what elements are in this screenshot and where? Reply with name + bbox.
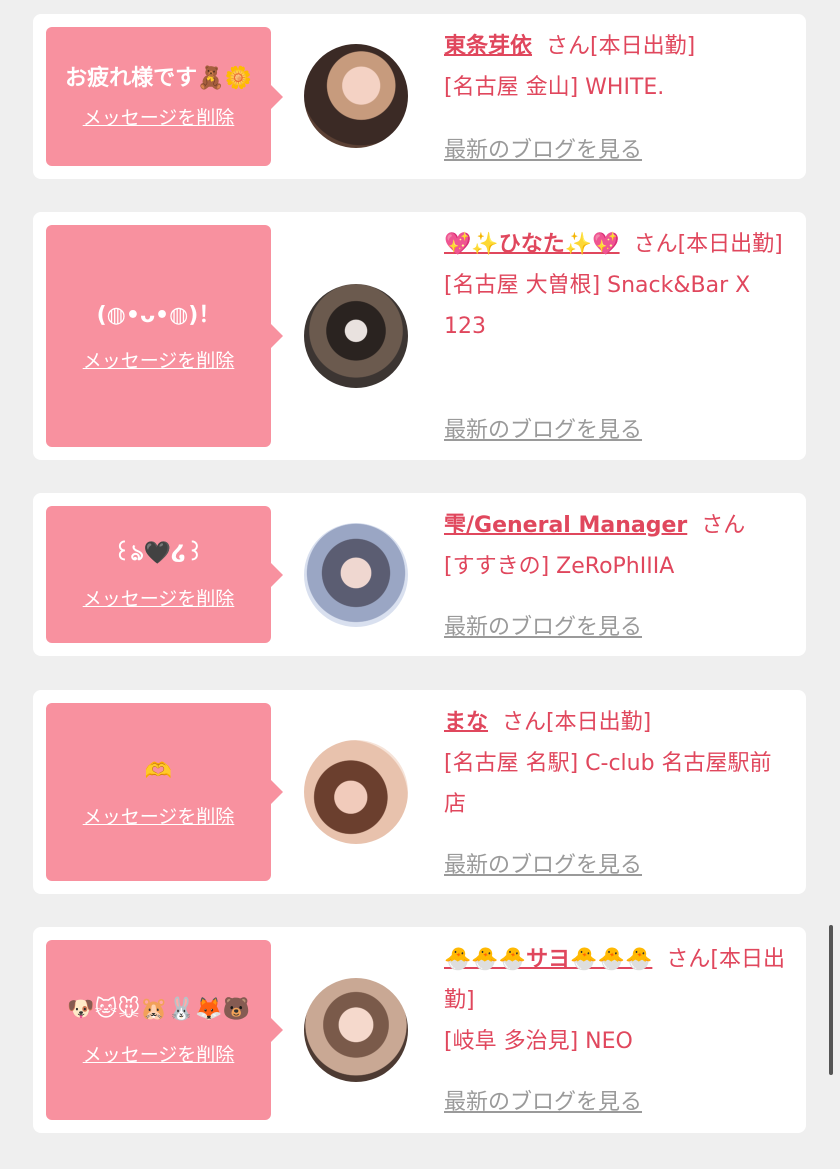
message-bubble: お疲れ様です🧸🌼 メッセージを削除 xyxy=(46,27,283,166)
user-info: まな さん[本日出勤] [名古屋 名駅] C-club 名古屋駅前店 xyxy=(444,702,789,825)
message-bubble: ꒰ঌ🖤໒꒱ メッセージを削除 xyxy=(46,506,283,643)
user-name-link[interactable]: 🐣🐣🐣サヨ🐣🐣🐣 xyxy=(444,947,652,972)
shop-name: [名古屋 大曽根] Snack&Bar X 123 xyxy=(444,273,751,339)
delete-message-link[interactable]: メッセージを削除 xyxy=(83,584,235,611)
honorific: さん xyxy=(502,710,547,735)
user-info: 東条芽依 さん[本日出勤] [名古屋 金山] WHITE. xyxy=(444,26,789,108)
honorific: さん xyxy=(701,513,746,538)
shop-name: [名古屋 金山] WHITE. xyxy=(444,75,665,100)
user-info: 雫/General Manager さん [すすきの] ZeRoPhIIIA xyxy=(444,505,789,587)
latest-blog-link[interactable]: 最新のブログを見る xyxy=(444,1084,642,1116)
work-status: [本日出勤] xyxy=(590,34,696,59)
user-name-link[interactable]: まな xyxy=(444,710,488,735)
honorific: さん xyxy=(546,34,591,59)
message-text: 🫶 xyxy=(144,758,173,784)
delete-message-link[interactable]: メッセージを削除 xyxy=(83,1040,235,1067)
message-bubble: 🐶🐱🐭🐹🐰🦊🐻 メッセージを削除 xyxy=(46,940,283,1120)
message-card: ꒰ঌ🖤໒꒱ メッセージを削除 雫/General Manager さん [すすきの… xyxy=(33,493,806,656)
message-card: 🐶🐱🐭🐹🐰🦊🐻 メッセージを削除 🐣🐣🐣サヨ🐣🐣🐣 さん[本日出勤] [岐阜 多治… xyxy=(33,927,806,1133)
avatar[interactable] xyxy=(304,740,408,844)
message-card: 🫶 メッセージを削除 まな さん[本日出勤] [名古屋 名駅] C-club 名古… xyxy=(33,690,806,894)
message-text: (◍•ᴗ•◍)！ xyxy=(96,302,221,328)
user-name-link[interactable]: 東条芽依 xyxy=(444,34,532,59)
name-line: 雫/General Manager さん xyxy=(444,505,789,546)
message-card: (◍•ᴗ•◍)！ メッセージを削除 💖✨ひなた✨💖 さん[本日出勤] [名古屋 大… xyxy=(33,212,806,460)
avatar[interactable] xyxy=(304,523,408,627)
work-status: [本日出勤] xyxy=(677,232,783,257)
name-line: 🐣🐣🐣サヨ🐣🐣🐣 さん[本日出勤] xyxy=(444,939,789,1021)
message-text: 🐶🐱🐭🐹🐰🦊🐻 xyxy=(67,996,250,1022)
message-card: お疲れ様です🧸🌼 メッセージを削除 東条芽依 さん[本日出勤] [名古屋 金山] … xyxy=(33,14,806,179)
avatar[interactable] xyxy=(304,978,408,1082)
name-line: まな さん[本日出勤] xyxy=(444,702,789,743)
message-bubble: 🫶 メッセージを削除 xyxy=(46,703,283,881)
latest-blog-link[interactable]: 最新のブログを見る xyxy=(444,847,642,879)
message-text: お疲れ様です🧸🌼 xyxy=(65,66,252,91)
shop-name: [名古屋 名駅] C-club 名古屋駅前店 xyxy=(444,751,772,817)
scrollbar[interactable] xyxy=(829,925,833,1075)
honorific: さん xyxy=(633,232,678,257)
delete-message-link[interactable]: メッセージを削除 xyxy=(83,103,235,130)
shop-name: [すすきの] ZeRoPhIIIA xyxy=(444,554,675,579)
user-info: 💖✨ひなた✨💖 さん[本日出勤] [名古屋 大曽根] Snack&Bar X 12… xyxy=(444,224,789,347)
user-name-link[interactable]: 雫/General Manager xyxy=(444,513,687,538)
name-line: 💖✨ひなた✨💖 さん[本日出勤] xyxy=(444,224,789,265)
delete-message-link[interactable]: メッセージを削除 xyxy=(83,802,235,829)
message-text: ꒰ঌ🖤໒꒱ xyxy=(113,541,204,566)
avatar[interactable] xyxy=(304,284,408,388)
latest-blog-link[interactable]: 最新のブログを見る xyxy=(444,609,642,641)
delete-message-link[interactable]: メッセージを削除 xyxy=(83,346,235,373)
avatar[interactable] xyxy=(304,44,408,148)
user-name-link[interactable]: 💖✨ひなた✨💖 xyxy=(444,232,620,257)
name-line: 東条芽依 さん[本日出勤] xyxy=(444,26,789,67)
work-status: [本日出勤] xyxy=(546,710,652,735)
shop-name: [岐阜 多治見] NEO xyxy=(444,1029,633,1054)
latest-blog-link[interactable]: 最新のブログを見る xyxy=(444,132,642,164)
user-info: 🐣🐣🐣サヨ🐣🐣🐣 さん[本日出勤] [岐阜 多治見] NEO xyxy=(444,939,789,1062)
honorific: さん xyxy=(666,947,711,972)
message-bubble: (◍•ᴗ•◍)！ メッセージを削除 xyxy=(46,225,283,447)
latest-blog-link[interactable]: 最新のブログを見る xyxy=(444,412,642,444)
